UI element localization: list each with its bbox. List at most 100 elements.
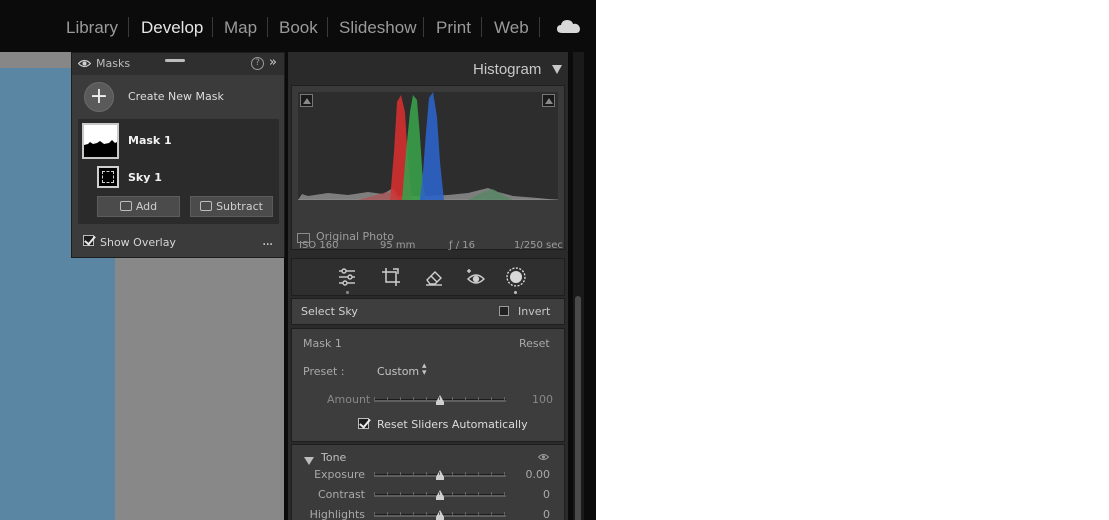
invert-checkbox[interactable] — [499, 306, 509, 316]
slider-tick — [491, 492, 492, 495]
slider-tick — [387, 397, 388, 400]
preset-dropdown[interactable]: Custom — [377, 365, 419, 378]
sky-component-name: Sky 1 — [128, 171, 162, 184]
slider-tick — [374, 492, 375, 495]
slider-tick — [504, 492, 505, 495]
highlight-clipping-toggle[interactable] — [542, 94, 555, 107]
slider-tick — [439, 472, 440, 475]
slider-tick — [413, 512, 414, 515]
original-photo-label[interactable]: Original Photo — [316, 230, 394, 243]
eraser-heal-icon[interactable] — [424, 267, 444, 287]
dropdown-arrows-icon[interactable]: ▴ ▾ — [422, 362, 427, 378]
masking-icon[interactable] — [506, 267, 526, 287]
highlights-slider[interactable] — [374, 510, 506, 520]
invert-label[interactable]: Invert — [518, 305, 550, 318]
module-separator — [539, 17, 540, 37]
help-icon[interactable]: ? — [251, 57, 264, 70]
highlights-value[interactable]: 0 — [510, 508, 550, 520]
contrast-value[interactable]: 0 — [510, 488, 550, 501]
add-mask-icon — [119, 201, 132, 211]
slider-tick — [465, 512, 466, 515]
reset-sliders-label[interactable]: Reset Sliders Automatically — [377, 418, 528, 431]
scrollbar-thumb[interactable] — [575, 296, 581, 520]
slider-tick — [465, 397, 466, 400]
show-overlay-checkbox[interactable] — [83, 235, 94, 246]
slider-tick — [478, 492, 479, 495]
mask-silhouette-icon — [84, 140, 117, 157]
exposure-slider[interactable] — [374, 470, 506, 480]
exposure-label: Exposure — [314, 468, 365, 481]
exif-shutter: 1/250 sec — [514, 240, 563, 251]
module-separator — [212, 17, 213, 37]
slider-tick — [504, 397, 505, 400]
module-map[interactable]: Map — [224, 18, 257, 38]
highlights-slider-thumb[interactable] — [436, 510, 444, 520]
module-separator — [481, 17, 482, 37]
slider-tick — [439, 492, 440, 495]
module-book[interactable]: Book — [279, 18, 318, 38]
mask-reset-button[interactable]: Reset — [519, 337, 550, 350]
create-new-mask-button[interactable]: + — [84, 82, 114, 112]
slider-tick — [400, 512, 401, 515]
cloud-icon[interactable] — [557, 18, 581, 34]
module-print[interactable]: Print — [436, 18, 471, 38]
module-separator — [423, 17, 424, 37]
right-panel: Histogram ISO 160 95 mm ƒ / 16 1/250 sec — [288, 52, 568, 520]
slider-tick — [452, 512, 453, 515]
tool-strip — [291, 258, 565, 296]
sky-component-thumbnail[interactable] — [97, 166, 119, 188]
sky-component-icon — [102, 171, 114, 183]
amount-slider-thumb[interactable] — [436, 395, 444, 405]
red-eye-icon[interactable] — [466, 267, 486, 287]
slider-tick — [465, 492, 466, 495]
mask-thumbnail[interactable] — [82, 123, 119, 159]
amount-value[interactable]: 100 — [532, 393, 553, 406]
histogram-collapse-icon[interactable] — [552, 65, 562, 74]
edit-sliders-icon[interactable] — [337, 267, 357, 287]
mask-section-name: Mask 1 — [303, 337, 342, 350]
slider-tick — [400, 472, 401, 475]
contrast-slider-thumb[interactable] — [436, 490, 444, 500]
tool-indicator-dot — [346, 291, 349, 294]
show-overlay-label[interactable]: Show Overlay — [100, 236, 176, 249]
right-panel-scrollbar[interactable] — [573, 52, 584, 520]
subtract-button[interactable]: Subtract — [190, 196, 273, 217]
select-sky-label: Select Sky — [301, 305, 358, 318]
masks-panel-header[interactable]: Masks ? » — [72, 53, 284, 75]
slider-tick — [426, 492, 427, 495]
more-options-icon[interactable]: ... — [262, 233, 273, 249]
slider-tick — [465, 472, 466, 475]
module-slideshow[interactable]: Slideshow — [339, 18, 417, 38]
slider-tick — [439, 512, 440, 515]
tone-visibility-eye-icon[interactable] — [538, 453, 549, 461]
module-web[interactable]: Web — [494, 18, 529, 38]
shadow-clipping-toggle[interactable] — [300, 94, 313, 107]
histogram-graph[interactable] — [298, 92, 558, 200]
tone-label[interactable]: Tone — [321, 451, 346, 464]
slider-tick — [504, 512, 505, 515]
histogram-panel: ISO 160 95 mm ƒ / 16 1/250 sec — [291, 85, 565, 251]
module-separator — [327, 17, 328, 37]
module-library[interactable]: Library — [66, 18, 118, 38]
add-button[interactable]: Add — [97, 196, 180, 217]
create-new-mask-label[interactable]: Create New Mask — [128, 90, 224, 103]
exposure-slider-thumb[interactable] — [436, 470, 444, 480]
histogram-curves — [298, 92, 558, 200]
original-photo-checkbox[interactable] — [297, 233, 310, 243]
reset-sliders-checkbox[interactable] — [358, 418, 369, 429]
slider-tick — [478, 512, 479, 515]
collapse-icon[interactable]: » — [269, 55, 277, 70]
contrast-slider[interactable] — [374, 490, 506, 500]
mask-list-item[interactable]: Mask 1 Sky 1 Add Subtract — [78, 119, 279, 224]
amount-slider[interactable] — [374, 395, 506, 405]
slider-tick — [452, 472, 453, 475]
slider-tick — [374, 512, 375, 515]
tone-collapse-icon[interactable] — [304, 457, 314, 465]
exposure-value[interactable]: 0.00 — [510, 468, 551, 481]
crop-icon[interactable] — [381, 267, 401, 287]
drag-handle[interactable] — [165, 59, 185, 62]
eye-icon[interactable] — [78, 59, 91, 68]
slider-tick — [452, 492, 453, 495]
histogram-title[interactable]: Histogram — [473, 61, 541, 78]
module-develop[interactable]: Develop — [141, 18, 203, 38]
